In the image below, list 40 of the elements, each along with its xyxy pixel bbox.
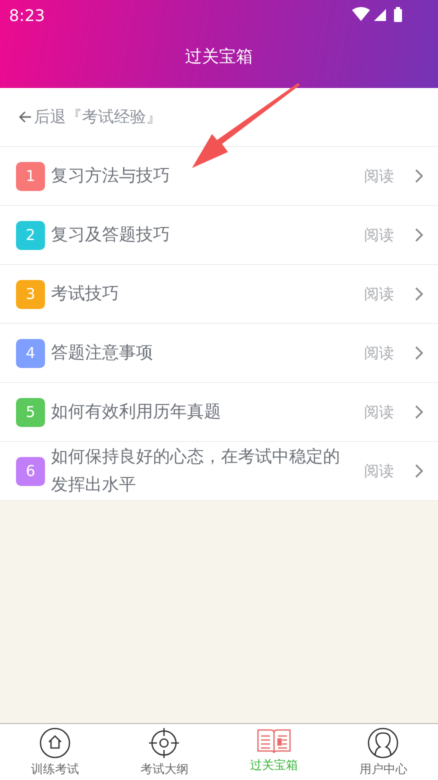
chevron-icon [414, 463, 424, 479]
user-icon [367, 727, 400, 759]
chevron-icon [414, 168, 424, 184]
article-title: 如何保持良好的心态，在考试中稳定的发挥出水平 [51, 446, 341, 497]
article-title: 复习及答题技巧 [51, 224, 171, 247]
article-row[interactable]: 2 复习及答题技巧 阅读 [0, 206, 438, 265]
article-title: 答题注意事项 [51, 342, 154, 365]
book-icon [256, 727, 291, 755]
article-title: 考试技巧 [51, 283, 120, 306]
number-badge: 2 [16, 220, 45, 250]
tab-item[interactable]: 用户中心 [328, 724, 438, 780]
article-row[interactable]: 5 如何有效利用历年真题 阅读 [0, 383, 438, 442]
chevron-icon [414, 286, 424, 302]
chevron-icon [414, 227, 424, 243]
number-badge: 1 [16, 162, 45, 190]
read-label: 阅读 [364, 344, 394, 362]
header-title: 过关宝箱 [184, 46, 254, 68]
status-time: 8:23 [9, 6, 45, 24]
tab-item[interactable]: 考试大纲 [110, 724, 219, 780]
number-badge: 4 [16, 338, 45, 368]
target-icon [148, 727, 180, 759]
article-row[interactable]: 4 答题注意事项 阅读 [0, 324, 438, 383]
tab-item[interactable]: 训练考试 [0, 724, 110, 780]
back-arrow-icon [18, 110, 32, 124]
chevron-icon [414, 345, 424, 361]
read-label: 阅读 [364, 284, 394, 304]
number-badge: 6 [16, 456, 45, 486]
read-label: 阅读 [364, 166, 394, 186]
chevron-icon [414, 404, 424, 420]
article-title: 复习方法与技巧 [51, 165, 171, 188]
read-label: 阅读 [364, 402, 394, 422]
read-label: 阅读 [364, 226, 394, 244]
number-badge: 3 [16, 280, 45, 308]
article-row[interactable]: 3 考试技巧 阅读 [0, 265, 438, 324]
home-icon [38, 727, 71, 759]
number-badge: 5 [16, 398, 45, 426]
tab-item[interactable]: 过关宝箱 [219, 724, 328, 780]
back-link[interactable]: 后退『考试经验』 [18, 106, 162, 128]
read-label: 阅读 [364, 462, 394, 480]
article-title: 如何有效利用历年真题 [51, 401, 222, 424]
